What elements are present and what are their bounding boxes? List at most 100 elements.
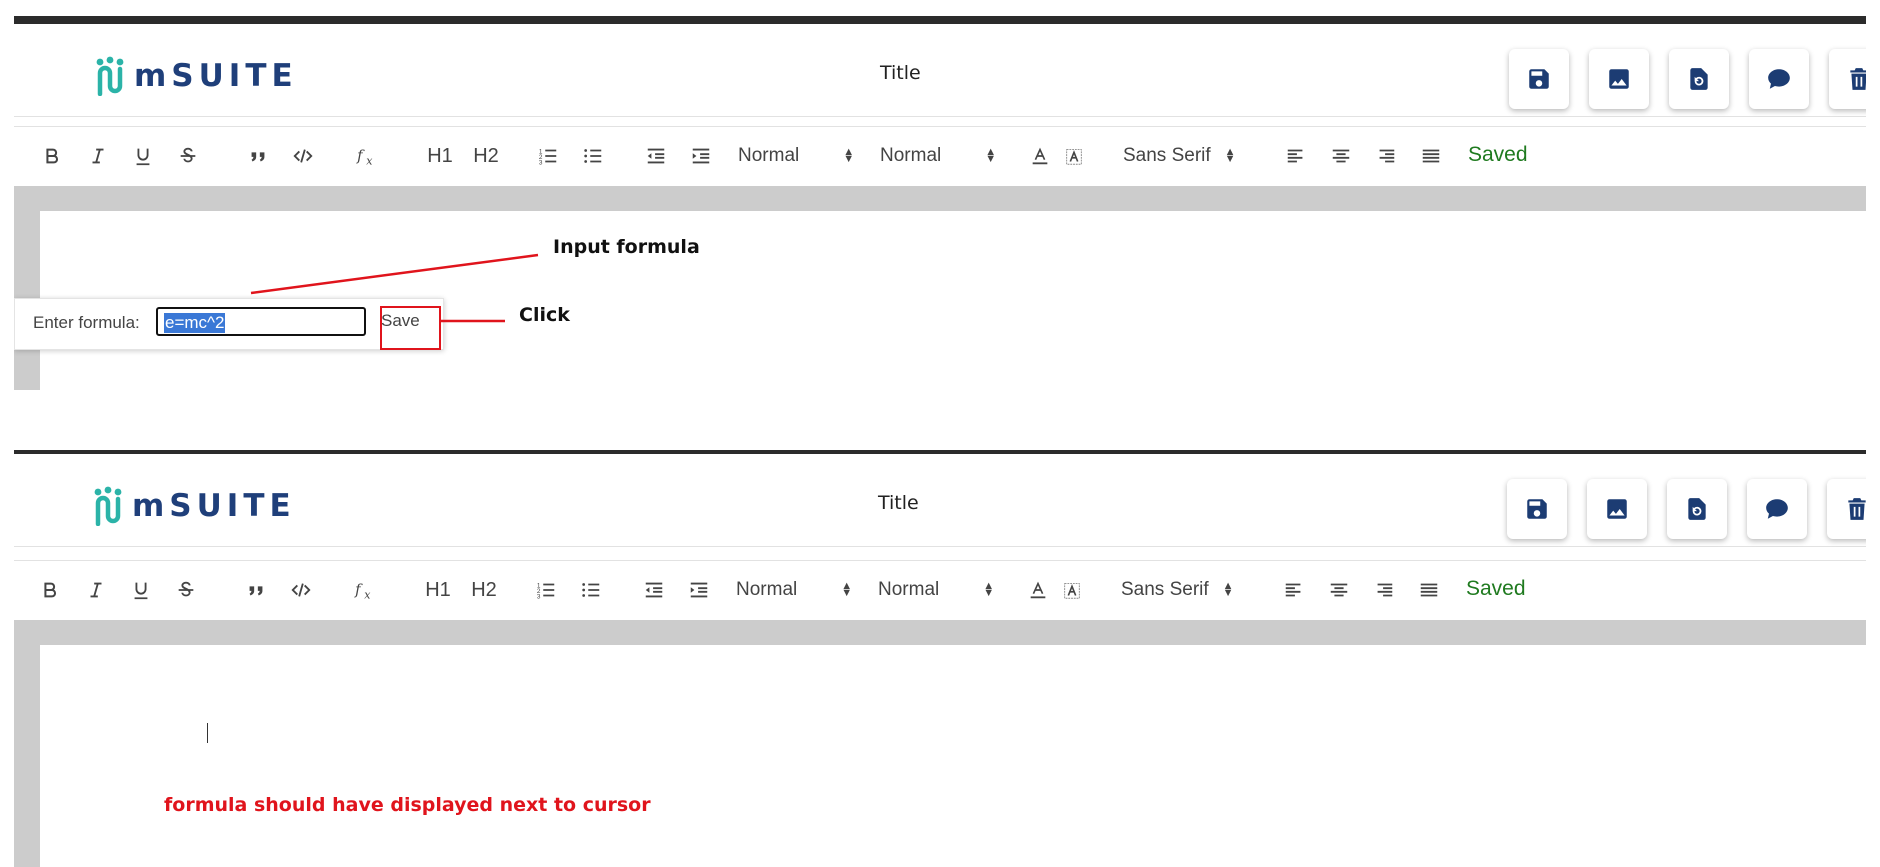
align-left-icon <box>1287 149 1303 163</box>
strikethrough-icon <box>178 581 194 597</box>
comment-icon <box>1766 66 1792 92</box>
save-button[interactable] <box>1509 49 1569 109</box>
background-color-icon <box>1064 583 1080 599</box>
ordered-list-icon: 123 <box>539 148 557 166</box>
editor-top-margin <box>14 186 1866 211</box>
heading2-button[interactable]: H2 <box>472 141 500 171</box>
text-color-button[interactable] <box>1028 141 1052 171</box>
input-formula-annotation: Input formula <box>553 236 700 258</box>
align-right-icon <box>1377 583 1393 597</box>
document-title[interactable]: Title <box>878 492 919 514</box>
restore-version-button[interactable] <box>1667 479 1727 539</box>
format-toolbar: fx H1 H2 123 Normal ▲ ▼ Normal ▲ ▼ Sans Se… <box>14 560 1866 621</box>
formula-icon: fx <box>354 582 371 601</box>
align-justify-button[interactable] <box>1419 141 1443 171</box>
font-select[interactable]: Sans Serif ▲ ▼ <box>1123 141 1236 171</box>
trash-icon <box>1844 496 1866 522</box>
insert-image-button[interactable] <box>1587 479 1647 539</box>
app-logo: mSUITE <box>94 54 298 98</box>
strike-button[interactable] <box>174 575 198 605</box>
background-color-button[interactable] <box>1060 575 1084 605</box>
click-annotation: Click <box>519 304 570 326</box>
size-select[interactable]: Normal ▲ ▼ <box>880 141 996 171</box>
comment-button[interactable] <box>1749 49 1809 109</box>
align-right-button[interactable] <box>1372 575 1396 605</box>
indent-button[interactable] <box>687 575 711 605</box>
header-select-value: Normal <box>736 579 798 600</box>
select-arrows-icon: ▲ ▼ <box>841 580 853 599</box>
select-arrows-icon: ▲ ▼ <box>843 146 855 165</box>
italic-button[interactable] <box>86 141 110 171</box>
align-left-button[interactable] <box>1284 141 1308 171</box>
header-select[interactable]: Normal ▲ ▼ <box>736 575 852 605</box>
code-block-button[interactable] <box>289 575 313 605</box>
text-cursor <box>207 723 208 743</box>
formula-icon: fx <box>356 148 373 167</box>
editor-top-margin <box>14 620 1866 645</box>
bullet-list-button[interactable] <box>579 575 603 605</box>
code-block-button[interactable] <box>291 141 315 171</box>
outdent-button[interactable] <box>642 575 666 605</box>
file-restore-icon <box>1686 66 1712 92</box>
underline-button[interactable] <box>129 575 153 605</box>
app-logo: mSUITE <box>92 484 296 528</box>
align-justify-icon <box>1422 149 1440 163</box>
font-select[interactable]: Sans Serif ▲ ▼ <box>1121 575 1234 605</box>
text-color-button[interactable] <box>1026 575 1050 605</box>
outdent-button[interactable] <box>644 141 668 171</box>
delete-button[interactable] <box>1827 479 1866 539</box>
blockquote-button[interactable] <box>246 141 270 171</box>
save-button[interactable] <box>1507 479 1567 539</box>
code-icon <box>291 583 311 597</box>
align-center-icon <box>1332 149 1350 163</box>
background-color-button[interactable] <box>1062 141 1086 171</box>
formula-button[interactable]: fx <box>352 575 382 605</box>
outdent-icon <box>647 148 665 164</box>
restore-version-button[interactable] <box>1669 49 1729 109</box>
align-center-button[interactable] <box>1329 141 1353 171</box>
code-icon <box>293 149 313 163</box>
header-select[interactable]: Normal ▲ ▼ <box>738 141 854 171</box>
format-toolbar: fx H1 H2 123 Normal ▲ ▼ Normal ▲ ▼ Sans Se… <box>14 126 1866 187</box>
comment-button[interactable] <box>1747 479 1807 539</box>
font-select-value: Sans Serif <box>1123 145 1211 166</box>
align-justify-icon <box>1420 583 1438 597</box>
underline-button[interactable] <box>131 141 155 171</box>
ordered-list-button[interactable]: 123 <box>534 575 558 605</box>
heading1-label: H1 <box>425 578 451 601</box>
ordered-list-button[interactable]: 123 <box>536 141 560 171</box>
bold-icon <box>46 148 58 164</box>
document-title[interactable]: Title <box>880 62 921 84</box>
align-right-button[interactable] <box>1374 141 1398 171</box>
align-center-icon <box>1330 583 1348 597</box>
editor-content[interactable] <box>40 645 1866 867</box>
heading1-button[interactable]: H1 <box>424 575 452 605</box>
strike-button[interactable] <box>176 141 200 171</box>
align-left-button[interactable] <box>1282 575 1306 605</box>
bullet-list-button[interactable] <box>581 141 605 171</box>
bug-annotation: formula should have displayed next to cu… <box>164 794 651 816</box>
size-select[interactable]: Normal ▲ ▼ <box>878 575 994 605</box>
heading2-label: H2 <box>471 578 497 601</box>
align-center-button[interactable] <box>1327 575 1351 605</box>
italic-icon <box>90 582 102 598</box>
ordered-list-icon: 123 <box>537 582 555 600</box>
text-color-icon <box>1032 147 1048 165</box>
formula-input[interactable]: e=mc^2 <box>156 307 366 336</box>
blockquote-button[interactable] <box>244 575 268 605</box>
image-icon <box>1606 66 1632 92</box>
bold-button[interactable] <box>40 141 64 171</box>
delete-button[interactable] <box>1829 49 1866 109</box>
trash-icon <box>1846 66 1866 92</box>
insert-image-button[interactable] <box>1589 49 1649 109</box>
indent-button[interactable] <box>689 141 713 171</box>
align-justify-button[interactable] <box>1417 575 1441 605</box>
formula-button[interactable]: fx <box>354 141 384 171</box>
heading1-button[interactable]: H1 <box>426 141 454 171</box>
italic-button[interactable] <box>84 575 108 605</box>
size-select-value: Normal <box>878 579 940 600</box>
quote-icon <box>251 152 265 162</box>
editor-left-margin <box>14 645 40 867</box>
heading2-button[interactable]: H2 <box>470 575 498 605</box>
bold-button[interactable] <box>38 575 62 605</box>
